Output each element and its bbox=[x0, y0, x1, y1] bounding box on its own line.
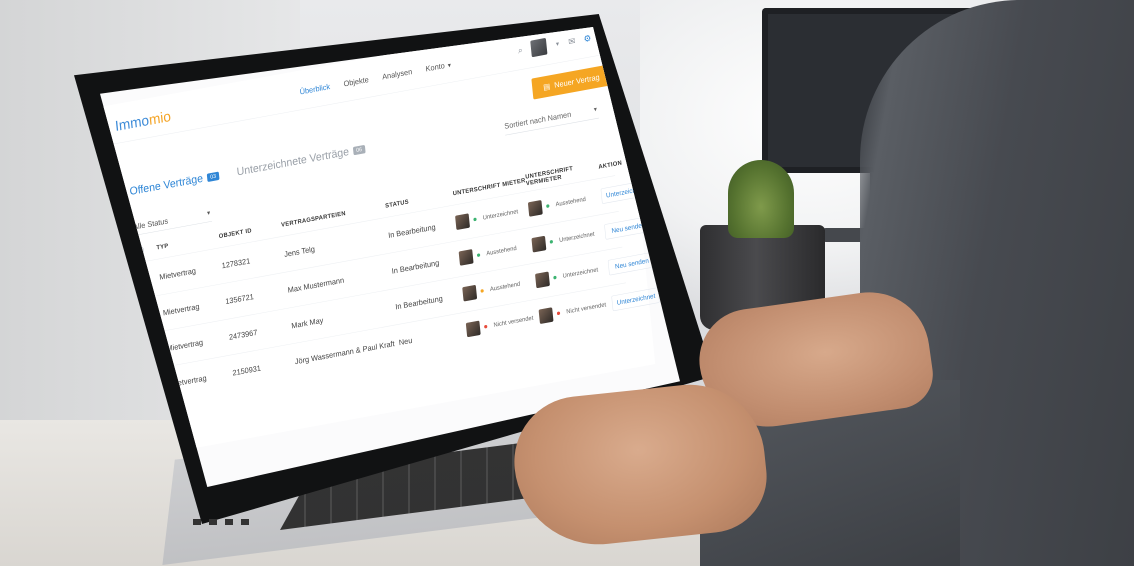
status-dot bbox=[546, 204, 550, 209]
cell-type: Mietvertrag bbox=[166, 337, 204, 353]
search-icon[interactable]: ⌕ bbox=[518, 46, 524, 57]
count-badge: 03 bbox=[206, 171, 220, 183]
cell-parties: Jens Telg bbox=[283, 244, 316, 259]
avatar bbox=[538, 307, 554, 324]
nav-item-analysen[interactable]: Analysen bbox=[382, 67, 413, 81]
cell-tenant-signature: Unterzeichnet bbox=[455, 202, 529, 231]
cell-status: In Bearbeitung bbox=[394, 293, 444, 312]
contract-tabs: Offene Verträge 03 Unterzeichnete Verträ… bbox=[129, 143, 366, 199]
cell-status: Neu bbox=[398, 335, 413, 347]
cell-type: Mietvertrag bbox=[158, 265, 197, 282]
chevron-down-icon: ▼ bbox=[205, 209, 212, 217]
cell-tenant-signature: Ausstehend bbox=[458, 238, 533, 266]
status-dot bbox=[556, 311, 561, 316]
mail-icon[interactable]: ✉ bbox=[568, 35, 576, 47]
avatar bbox=[458, 249, 474, 266]
cell-status: In Bearbeitung bbox=[387, 222, 436, 240]
cell-parties: Max Mustermann bbox=[287, 275, 345, 295]
contracts-table: TYP OBJEKT ID VERTRAGSPARTEIEN STATUS UN… bbox=[135, 153, 668, 406]
cell-landlord-signature: Unterzeichnet bbox=[535, 261, 609, 289]
port bbox=[193, 519, 201, 525]
sort-dropdown[interactable]: Sortiert nach Namen ▼ bbox=[503, 100, 599, 136]
port bbox=[225, 519, 233, 525]
nav-item-konto[interactable]: Konto▼ bbox=[425, 60, 453, 74]
cell-object-id: 2150931 bbox=[232, 363, 262, 378]
avatar[interactable] bbox=[530, 37, 548, 58]
cell-parties: Mark May bbox=[290, 315, 324, 331]
new-contract-label: Neuer Vertrag bbox=[553, 72, 601, 90]
logo-suffix: mio bbox=[148, 107, 172, 129]
cell-status: In Bearbeitung bbox=[391, 257, 440, 276]
cell-landlord-signature: Nicht versendet bbox=[538, 296, 613, 324]
logo-prefix: Immo bbox=[114, 111, 150, 135]
tab-label: Unterzeichnete Verträge bbox=[236, 145, 350, 179]
cell-landlord-signature: Ausstehend bbox=[527, 189, 602, 217]
signature-status: Ausstehend bbox=[489, 280, 521, 293]
cell-tenant-signature: Nicht versendet bbox=[465, 310, 540, 338]
left-hand bbox=[507, 377, 773, 553]
signature-status: Ausstehend bbox=[555, 195, 587, 208]
cell-parties: Jörg Wassermann & Paul Kraft bbox=[294, 338, 395, 366]
cactus-plant bbox=[728, 160, 794, 238]
port bbox=[241, 519, 249, 525]
tab-signed-contracts[interactable]: Unterzeichnete Verträge 06 bbox=[236, 143, 366, 179]
chevron-down-icon[interactable]: ▼ bbox=[555, 41, 561, 48]
cell-object-id: 1278321 bbox=[221, 256, 251, 271]
avatar bbox=[455, 213, 470, 231]
row-action-button[interactable]: Neu senden bbox=[607, 251, 657, 276]
app-window: Immomio Überblick Objekte Analysen Konto… bbox=[100, 27, 668, 459]
status-dot bbox=[553, 275, 557, 280]
laptop-ports bbox=[193, 519, 249, 525]
document-plus-icon: ▤ bbox=[542, 81, 551, 92]
cell-object-id: 1356721 bbox=[224, 291, 255, 306]
row-action-button[interactable]: Unterzeichnet bbox=[611, 287, 660, 312]
avatar bbox=[535, 271, 550, 289]
nav-item-objekte[interactable]: Objekte bbox=[343, 75, 369, 88]
chevron-down-icon: ▼ bbox=[446, 62, 453, 70]
gear-icon[interactable]: ⚙ bbox=[583, 32, 592, 45]
sort-label: Sortiert nach Namen bbox=[503, 109, 572, 131]
cell-object-id: 2473967 bbox=[228, 327, 258, 342]
status-dot bbox=[473, 217, 477, 222]
port bbox=[209, 519, 217, 525]
avatar bbox=[462, 284, 478, 302]
nav-item-konto-label: Konto bbox=[425, 60, 446, 74]
new-contract-button[interactable]: ▤ Neuer Vertrag bbox=[531, 64, 612, 100]
signature-status: Nicht versendet bbox=[493, 314, 534, 329]
filter-label: Alle Status bbox=[132, 216, 169, 232]
main-nav: Überblick Objekte Analysen Konto▼ bbox=[299, 60, 453, 96]
tab-label: Offene Verträge bbox=[129, 172, 204, 198]
avatar bbox=[527, 199, 543, 217]
signature-status: Unterzeichnet bbox=[562, 266, 599, 280]
cell-tenant-signature: Ausstehend bbox=[462, 274, 536, 302]
signature-status: Unterzeichnet bbox=[558, 230, 595, 244]
status-dot bbox=[549, 239, 554, 244]
chevron-down-icon: ▼ bbox=[592, 105, 599, 113]
signature-status: Unterzeichnet bbox=[482, 208, 519, 222]
status-dot bbox=[484, 324, 488, 329]
signature-status: Ausstehend bbox=[486, 244, 517, 258]
signature-status: Nicht versendet bbox=[566, 301, 607, 316]
avatar bbox=[531, 235, 547, 253]
cell-landlord-signature: Unterzeichnet bbox=[531, 225, 605, 253]
avatar bbox=[465, 320, 481, 338]
tab-open-contracts[interactable]: Offene Verträge 03 bbox=[129, 169, 220, 198]
app-logo[interactable]: Immomio bbox=[114, 108, 171, 135]
count-badge: 06 bbox=[352, 144, 366, 156]
status-dot bbox=[476, 253, 481, 258]
nav-item-ueberblick[interactable]: Überblick bbox=[299, 82, 330, 96]
status-dot bbox=[480, 288, 484, 293]
cell-type: Mietvertrag bbox=[162, 301, 200, 318]
